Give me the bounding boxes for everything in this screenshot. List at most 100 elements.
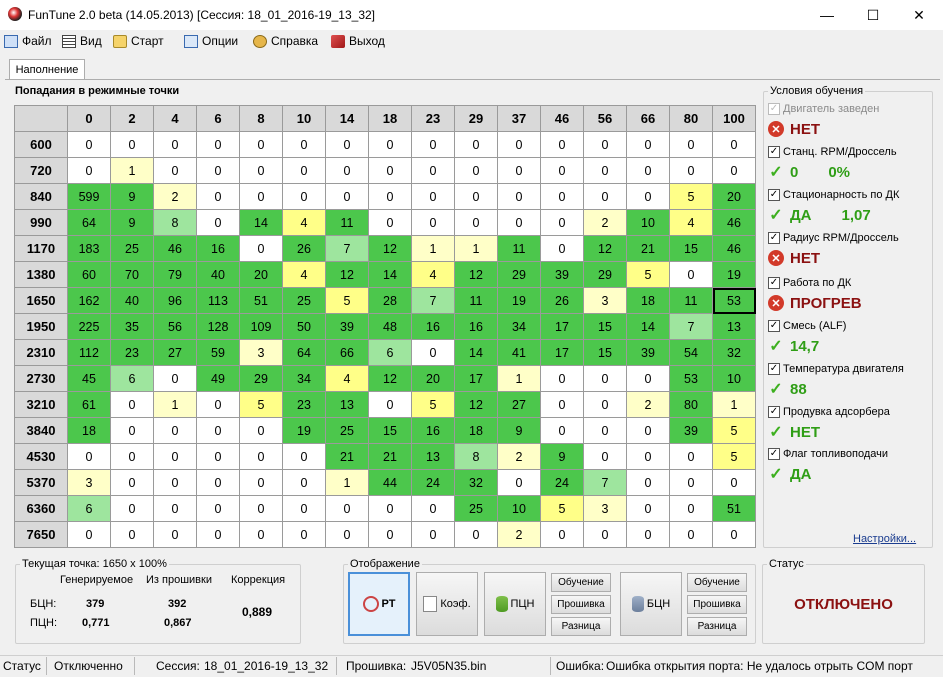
display-bcn-button[interactable]: БЦН [620,572,682,636]
grid-cell[interactable]: 23 [282,391,326,418]
grid-cell[interactable]: 9 [110,183,154,210]
display-coef-button[interactable]: Коэф. [416,572,478,636]
grid-cell[interactable]: 24 [540,469,584,496]
grid-cell[interactable]: 0 [454,157,498,184]
grid-cell[interactable]: 17 [540,313,584,340]
grid-cell[interactable]: 18 [626,287,670,314]
grid-cell[interactable]: 0 [454,521,498,548]
grid-cell[interactable]: 2 [497,443,541,470]
grid-cell[interactable]: 5 [411,391,455,418]
grid-cell[interactable]: 0 [497,209,541,236]
grid-cell[interactable]: 0 [196,131,240,158]
grid-cell[interactable]: 0 [411,157,455,184]
grid-cell[interactable]: 1 [110,157,154,184]
grid-cell[interactable]: 0 [583,365,627,392]
grid-cell[interactable]: 0 [196,157,240,184]
grid-cell[interactable]: 0 [239,417,283,444]
condition-checkbox[interactable]: ✓ Стационарность по ДК [768,188,899,202]
grid-cell[interactable]: 16 [411,313,455,340]
grid-cell[interactable]: 11 [497,235,541,262]
grid-cell[interactable]: 15 [368,417,412,444]
grid-cell[interactable]: 0 [669,131,713,158]
grid-cell[interactable]: 5 [239,391,283,418]
grid-cell[interactable]: 0 [325,157,369,184]
grid-cell[interactable]: 0 [583,131,627,158]
grid-cell[interactable]: 60 [67,261,111,288]
grid-cell[interactable]: 7 [669,313,713,340]
grid-cell[interactable]: 96 [153,287,197,314]
condition-checkbox[interactable]: ✓ Продувка адсорбера [768,405,890,419]
grid-cell[interactable]: 46 [153,235,197,262]
condition-checkbox[interactable]: ✓ Температура двигателя [768,362,904,376]
grid-cell[interactable]: 39 [626,339,670,366]
grid-cell[interactable]: 8 [454,443,498,470]
grid-cell[interactable]: 5 [325,287,369,314]
grid-cell[interactable]: 112 [67,339,111,366]
display-rt-button[interactable]: РТ [348,572,410,636]
grid-cell[interactable]: 15 [583,339,627,366]
menu-start[interactable]: Старт [113,32,164,50]
grid-cell[interactable]: 0 [196,183,240,210]
grid-cell[interactable]: 11 [325,209,369,236]
grid-cell[interactable]: 0 [196,521,240,548]
grid-cell[interactable]: 0 [153,417,197,444]
grid-cell[interactable]: 7 [325,235,369,262]
grid-cell[interactable]: 4 [282,209,326,236]
grid-cell[interactable]: 39 [325,313,369,340]
grid-cell[interactable]: 0 [626,443,670,470]
grid-cell[interactable]: 0 [153,443,197,470]
grid-cell[interactable]: 0 [368,157,412,184]
grid-cell[interactable]: 21 [368,443,412,470]
grid-cell[interactable]: 54 [669,339,713,366]
pcn-firmware-button[interactable]: Прошивка [551,595,611,614]
grid-cell[interactable]: 28 [368,287,412,314]
grid-cell[interactable]: 0 [67,521,111,548]
grid-cell[interactable]: 64 [67,209,111,236]
grid-cell[interactable]: 0 [67,443,111,470]
grid-cell[interactable]: 0 [110,131,154,158]
grid-cell[interactable]: 0 [669,521,713,548]
grid-cell[interactable]: 14 [454,339,498,366]
grid-cell[interactable]: 25 [110,235,154,262]
grid-cell[interactable]: 14 [626,313,670,340]
grid-cell[interactable]: 0 [626,521,670,548]
menu-help[interactable]: Справка [253,32,318,50]
grid-cell[interactable]: 0 [110,521,154,548]
grid-cell[interactable]: 35 [110,313,154,340]
grid-cell[interactable]: 40 [196,261,240,288]
grid-cell[interactable]: 0 [196,495,240,522]
grid-cell[interactable]: 0 [325,521,369,548]
grid-cell[interactable]: 0 [368,183,412,210]
grid-cell[interactable]: 0 [712,157,756,184]
grid-cell[interactable]: 128 [196,313,240,340]
grid-cell[interactable]: 0 [153,495,197,522]
grid-cell[interactable]: 0 [196,443,240,470]
grid-cell[interactable]: 6 [110,365,154,392]
grid-cell[interactable]: 11 [669,287,713,314]
grid-cell[interactable]: 9 [110,209,154,236]
grid-cell[interactable]: 16 [411,417,455,444]
grid-cell[interactable]: 46 [712,209,756,236]
grid-cell[interactable]: 0 [368,131,412,158]
grid-cell[interactable]: 32 [712,339,756,366]
grid-cell[interactable]: 0 [497,469,541,496]
grid-cell[interactable]: 13 [325,391,369,418]
grid-cell[interactable]: 16 [454,313,498,340]
grid-cell[interactable]: 0 [583,521,627,548]
grid-cell[interactable]: 0 [712,131,756,158]
grid-cell[interactable]: 26 [540,287,584,314]
grid-cell[interactable]: 5 [712,417,756,444]
grid-cell[interactable]: 4 [411,261,455,288]
grid-cell[interactable]: 0 [282,521,326,548]
grid-cell[interactable]: 0 [712,469,756,496]
grid-cell[interactable]: 0 [669,469,713,496]
grid-cell[interactable]: 8 [153,209,197,236]
grid-cell[interactable]: 46 [712,235,756,262]
grid-cell[interactable]: 48 [368,313,412,340]
grid-cell[interactable]: 13 [712,313,756,340]
grid-cell[interactable]: 0 [411,339,455,366]
grid-cell[interactable]: 599 [67,183,111,210]
grid-cell[interactable]: 25 [282,287,326,314]
condition-checkbox[interactable]: ✓ Станц. RPM/Дроссель [768,145,897,159]
grid-cell[interactable]: 0 [67,157,111,184]
